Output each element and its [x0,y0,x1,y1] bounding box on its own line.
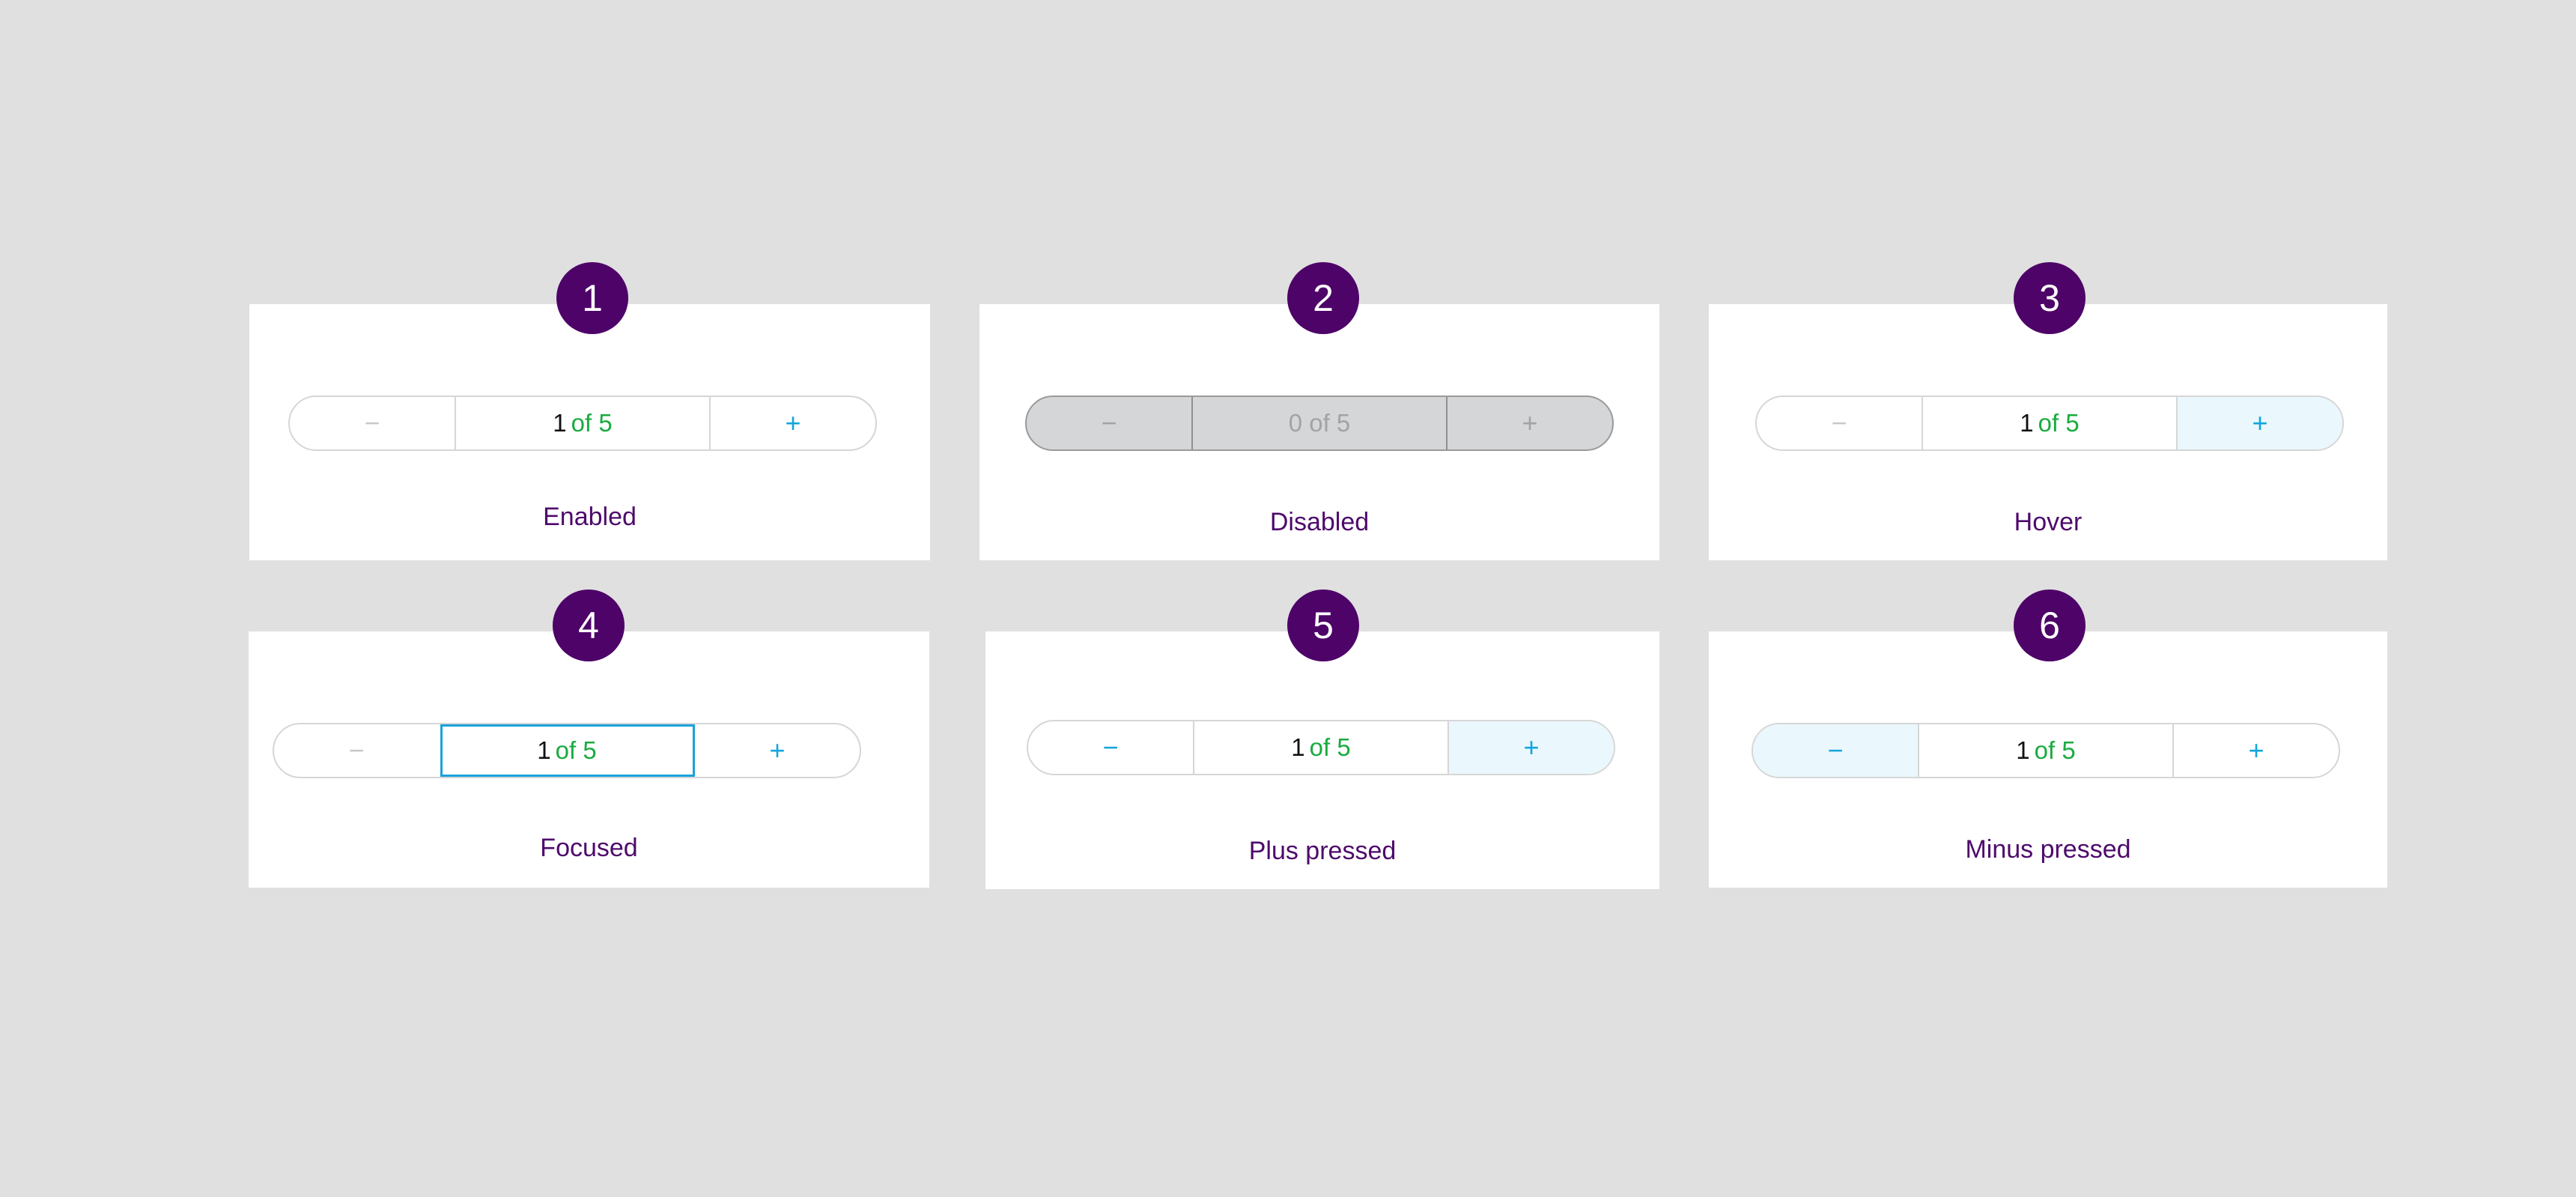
quantity-field[interactable]: 1 of 5 [1919,724,2174,777]
minus-icon: − [364,407,380,438]
state-card-focused: 4 − 1 of 5 + Focused [249,590,929,888]
minus-icon: − [1101,407,1117,438]
state-card-disabled: 2 − 0 of 5 + Disabled [979,262,1659,560]
minus-icon: − [348,735,365,766]
increment-button[interactable]: + [695,724,860,777]
state-label: Minus pressed [1965,835,2131,864]
increment-button[interactable]: + [711,397,875,449]
quantity-field[interactable]: 1 of 5 [1923,397,2178,449]
quantity-value: 1 [1291,733,1305,761]
decrement-button[interactable]: − [290,397,456,449]
quantity-value: 1 [2016,736,2030,764]
minus-icon: − [1102,732,1119,763]
quantity-stepper: − 1 of 5 + [1752,723,2340,778]
increment-button: + [1448,397,1612,449]
state-card-enabled: 1 − 1 of 5 + Enabled [249,262,930,560]
state-label: Disabled [1269,508,1370,536]
minus-icon: − [1831,407,1847,438]
state-card-hover: 3 − 1 of 5 + Hover [1709,262,2387,560]
quantity-total: of 5 [555,736,597,764]
quantity-value: 1 [537,736,551,764]
decrement-button[interactable]: − [1028,721,1194,774]
quantity-total: of 5 [2034,736,2076,764]
increment-button[interactable]: + [1449,721,1614,774]
step-badge: 4 [553,590,625,661]
state-label: Focused [540,834,638,862]
quantity-field[interactable]: 1 of 5 [440,724,695,777]
quantity-value: 0 of 5 [1288,409,1351,437]
quantity-stepper: − 1 of 5 + [273,723,861,778]
increment-button[interactable]: + [2178,397,2342,449]
decrement-button[interactable]: − [1753,724,1919,777]
state-label: Hover [2014,508,2083,536]
state-label: Enabled [543,503,637,531]
quantity-total: of 5 [571,409,613,437]
state-card-minus-pressed: 6 − 1 of 5 + Minus pressed [1709,590,2387,888]
plus-icon: + [1522,407,1538,438]
quantity-stepper: − 1 of 5 + [288,396,877,451]
quantity-total: of 5 [2038,409,2080,437]
plus-icon: + [2252,407,2268,438]
decrement-button[interactable]: − [1757,397,1923,449]
quantity-value: 1 [553,409,567,437]
plus-icon: + [2248,735,2264,766]
state-label: Plus pressed [1248,837,1397,865]
plus-icon: + [769,735,786,766]
quantity-stepper: − 1 of 5 + [1755,396,2344,451]
quantity-field: 0 of 5 [1193,397,1448,449]
quantity-field[interactable]: 1 of 5 [456,397,711,449]
decrement-button: − [1027,397,1193,449]
quantity-stepper: − 0 of 5 + [1025,396,1614,451]
step-badge: 2 [1287,262,1359,334]
step-badge: 3 [2014,262,2086,334]
step-badge: 5 [1287,590,1359,661]
increment-button[interactable]: + [2174,724,2339,777]
plus-icon: + [1523,732,1540,763]
quantity-total: of 5 [1309,733,1351,761]
quantity-value: 1 [2020,409,2034,437]
quantity-field[interactable]: 1 of 5 [1194,721,1449,774]
minus-icon: − [1827,735,1844,766]
step-badge: 1 [556,262,628,334]
step-badge: 6 [2014,590,2086,661]
decrement-button[interactable]: − [274,724,440,777]
state-card-plus-pressed: 5 − 1 of 5 + Plus pressed [985,590,1659,889]
plus-icon: + [785,407,801,438]
quantity-stepper: − 1 of 5 + [1027,720,1615,775]
